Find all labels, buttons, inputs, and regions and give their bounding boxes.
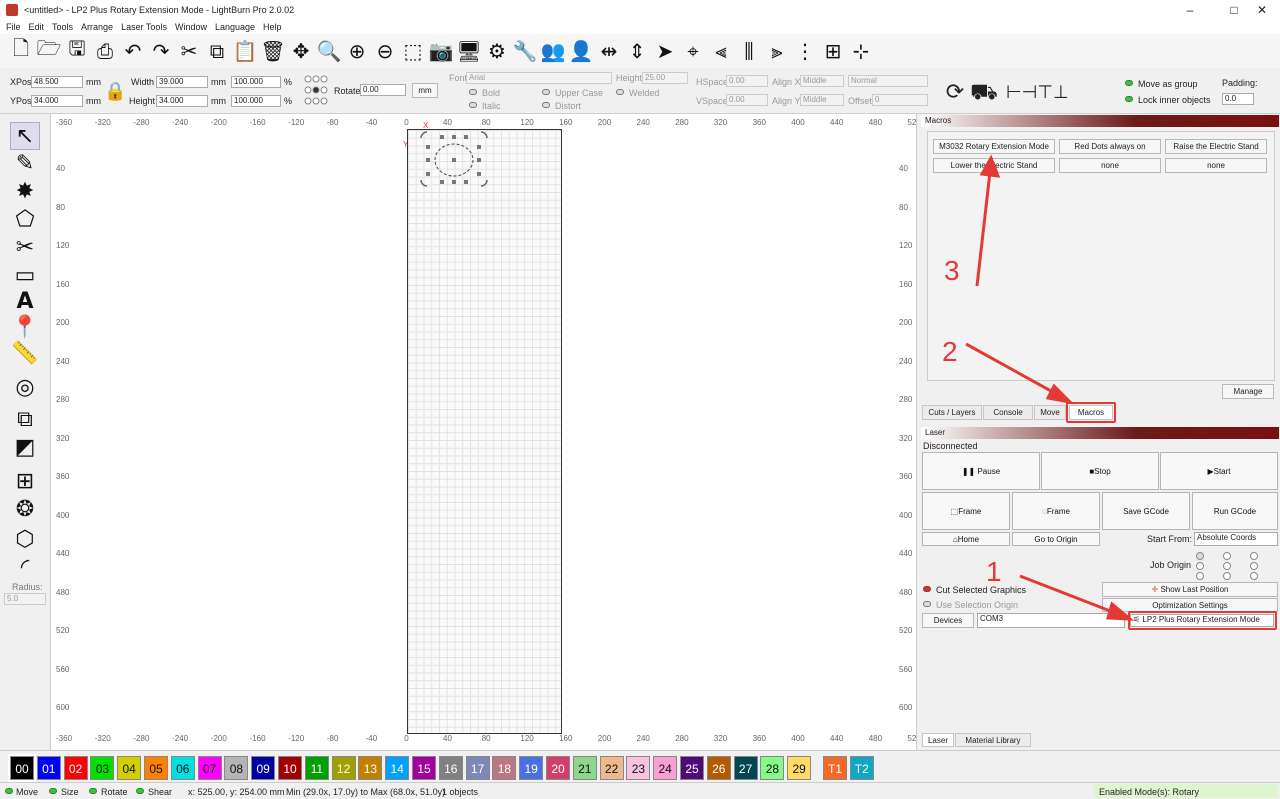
rotate-toggle[interactable] — [89, 788, 97, 794]
layer-swatch-10[interactable]: 10 — [278, 756, 302, 780]
cursor-coords: x: 525.00, y: 254.00 mm — [188, 787, 285, 797]
move-toggle[interactable] — [5, 788, 13, 794]
layer-swatch-06[interactable]: 06 — [170, 756, 195, 780]
layer-swatch-19[interactable]: 19 — [519, 756, 544, 780]
layer-swatch-23[interactable]: 23 — [626, 756, 651, 780]
shear-label: Shear — [148, 787, 173, 797]
annotation-3: 3 — [944, 255, 960, 286]
layer-swatch-28[interactable]: 28 — [760, 756, 785, 780]
annotation-2: 2 — [942, 336, 958, 367]
layer-swatch-25[interactable]: 25 — [680, 756, 704, 780]
layer-swatch-29[interactable]: 29 — [787, 756, 812, 780]
shear-toggle[interactable] — [136, 788, 144, 794]
status-bar: Move Size Rotate Shear x: 525.00, y: 254… — [0, 782, 1280, 799]
layer-swatch-03[interactable]: 03 — [90, 756, 115, 780]
layer-swatch-26[interactable]: 26 — [706, 756, 731, 780]
layer-swatch-T2[interactable]: T2 — [849, 756, 874, 780]
annotation-1: 1 — [986, 556, 1002, 587]
layer-swatch-T1[interactable]: T1 — [823, 756, 847, 780]
rotate-status-label: Rotate — [101, 787, 128, 797]
layer-swatch-00[interactable]: 00 — [8, 754, 36, 782]
layer-swatch-04[interactable]: 04 — [117, 756, 142, 780]
layer-swatch-08[interactable]: 08 — [224, 756, 249, 780]
layer-swatch-07[interactable]: 07 — [197, 756, 222, 780]
selection-bounds: Min (29.0x, 17.0y) to Max (68.0x, 51.0y) — [286, 787, 446, 797]
layer-swatch-24[interactable]: 24 — [653, 756, 678, 780]
size-label: Size — [61, 787, 79, 797]
layer-swatch-14[interactable]: 14 — [385, 756, 410, 780]
layer-swatch-11[interactable]: 11 — [304, 756, 329, 780]
layer-swatch-02[interactable]: 02 — [63, 756, 88, 780]
layer-swatch-21[interactable]: 21 — [572, 756, 597, 780]
object-count: 1 objects — [442, 787, 479, 797]
move-label: Move — [16, 787, 39, 797]
size-toggle[interactable] — [49, 788, 57, 794]
layer-swatch-20[interactable]: 20 — [546, 756, 570, 780]
enabled-modes: Enabled Mode(s): Rotary — [1099, 787, 1200, 797]
layer-swatch-16[interactable]: 16 — [438, 756, 463, 780]
layer-swatch-17[interactable]: 17 — [465, 756, 490, 780]
annotation-arrows — [965, 154, 1135, 621]
layer-swatch-09[interactable]: 09 — [251, 756, 276, 780]
color-palette: 00 01 02 03 04 05 06 07 08 09 10 11 12 13 14 15 16 17 18 19… — [0, 750, 1280, 782]
layer-swatch-12[interactable]: 12 — [331, 756, 356, 780]
layer-swatch-18[interactable]: 18 — [492, 756, 517, 780]
layer-swatch-05[interactable]: 05 — [144, 756, 168, 780]
layer-swatch-01[interactable]: 01 — [36, 756, 61, 780]
layer-swatch-13[interactable]: 13 — [358, 756, 383, 780]
layer-swatch-22[interactable]: 22 — [599, 756, 624, 780]
layer-swatch-15[interactable]: 15 — [412, 756, 436, 780]
layer-swatch-27[interactable]: 27 — [733, 756, 758, 780]
